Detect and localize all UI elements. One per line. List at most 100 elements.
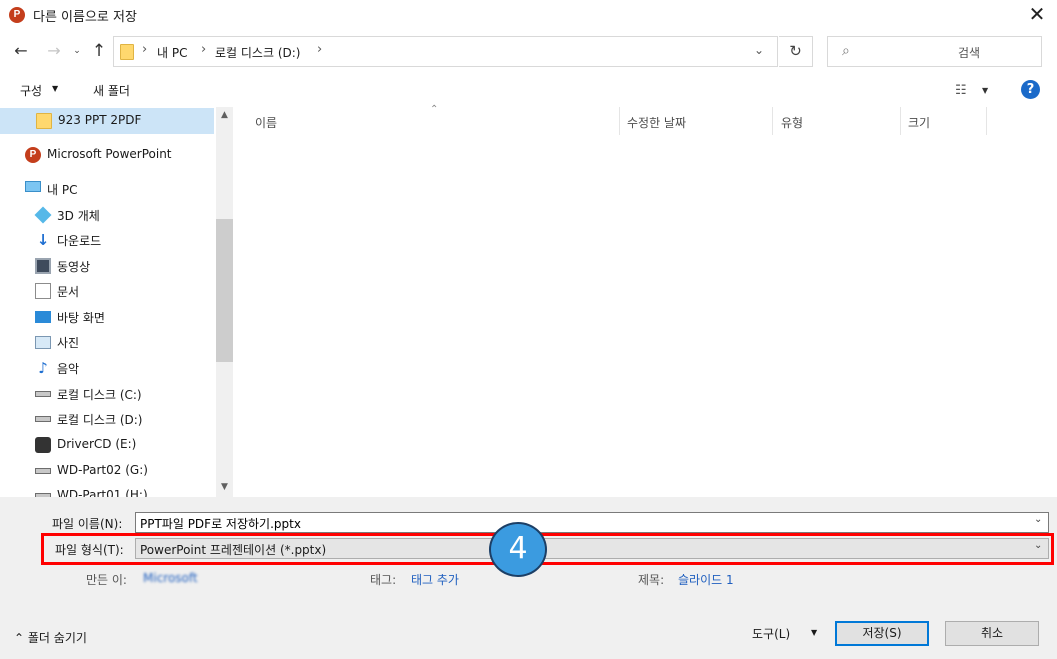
chevron-up-icon: ⌃ (14, 631, 25, 645)
filename-input[interactable]: PPT파일 PDF로 저장하기.pptx (135, 512, 1049, 533)
scrollbar-thumb[interactable] (216, 219, 233, 362)
picture-icon (35, 336, 51, 349)
sidebar-item[interactable]: P Microsoft PowerPoint (0, 143, 214, 167)
drive-icon (35, 391, 51, 397)
column-header-size[interactable]: 크기 (908, 114, 930, 131)
music-icon: ♪ (38, 359, 48, 377)
highlight-box (41, 533, 1054, 565)
sidebar-item[interactable]: WD-Part01 (H:) (0, 484, 214, 497)
sidebar-item[interactable]: 문서 (0, 279, 214, 303)
search-input[interactable]: ⌕ 검색 (827, 36, 1042, 67)
folder-icon (120, 44, 134, 60)
scroll-down-icon[interactable]: ▼ (216, 482, 233, 492)
caret-down-icon[interactable]: ▼ (982, 86, 988, 95)
sidebar-item[interactable]: 로컬 디스크 (C:) (0, 382, 214, 406)
tools-button[interactable]: 도구(L) (752, 625, 790, 642)
help-icon[interactable]: ? (1021, 80, 1040, 99)
drive-icon (35, 416, 51, 422)
filename-label: 파일 이름(N): (52, 517, 123, 531)
folder-icon (36, 113, 52, 129)
save-options-panel: 파일 이름(N): PPT파일 PDF로 저장하기.pptx ⌄ 파일 형식(T… (0, 497, 1057, 659)
sidebar-item-label: 923 PPT 2PDF (58, 113, 142, 127)
breadcrumb-separator: › (201, 42, 207, 57)
filename-dropdown-icon[interactable]: ⌄ (1034, 514, 1042, 525)
computer-icon (25, 181, 41, 192)
sidebar-item[interactable]: 3D 개체 (0, 203, 214, 227)
author-label: 만든 이: (86, 573, 127, 587)
window-title: 다른 이름으로 저장 (33, 10, 137, 25)
sidebar-item-label: 3D 개체 (57, 209, 100, 223)
sort-ascending-icon: ⌃ (430, 104, 439, 115)
column-header-name[interactable]: 이름 (255, 114, 277, 131)
close-button[interactable]: ✕ (1022, 2, 1052, 28)
sidebar-item[interactable]: 923 PPT 2PDF (0, 109, 214, 133)
address-dropdown-icon[interactable]: ⌄ (754, 43, 764, 57)
search-placeholder: 검색 (958, 46, 981, 60)
new-folder-button[interactable]: 새 폴더 (93, 82, 130, 99)
video-icon (35, 258, 51, 274)
sidebar-item-label: 바탕 화면 (57, 311, 105, 325)
sidebar-item[interactable]: 동영상 (0, 254, 214, 278)
download-icon: ↓ (36, 231, 50, 249)
refresh-button[interactable]: ↻ (779, 36, 813, 67)
author-value[interactable]: Microsoft (143, 571, 198, 585)
caret-down-icon[interactable]: ▼ (811, 628, 817, 637)
save-button[interactable]: 저장(S) (835, 621, 929, 646)
breadcrumb-drive-d[interactable]: 로컬 디스크 (D:) (215, 44, 300, 61)
title-value[interactable]: 슬라이드 1 (678, 571, 734, 588)
sidebar-item-label: Microsoft PowerPoint (47, 147, 172, 161)
command-bar: 구성 ▼ 새 폴더 ☷ ▼ ? (0, 76, 1057, 106)
tags-label: 태그: (370, 573, 397, 587)
desktop-icon (35, 311, 51, 323)
sidebar-item[interactable]: ♪ 음악 (0, 356, 214, 380)
sidebar-item-label: 내 PC (47, 183, 78, 197)
sidebar-item-label: 로컬 디스크 (C:) (57, 388, 142, 402)
breadcrumb-separator: › (142, 42, 148, 57)
sidebar-item-label: WD-Part01 (H:) (57, 488, 148, 497)
sidebar-item-label: 로컬 디스크 (D:) (57, 413, 143, 427)
scroll-up-icon[interactable]: ▲ (216, 110, 233, 120)
navigation-pane: 923 PPT 2PDF P Microsoft PowerPoint 내 PC 3D … (0, 107, 233, 497)
3d-objects-icon (34, 206, 52, 224)
address-bar[interactable]: › 내 PC › 로컬 디스크 (D:) › ⌄ (113, 36, 778, 67)
view-options-icon[interactable]: ☷ (955, 83, 967, 98)
sidebar-item[interactable]: DriverCD (E:) (0, 433, 214, 457)
column-divider (900, 107, 901, 135)
sidebar-item[interactable]: WD-Part02 (G:) (0, 459, 214, 483)
hide-folders-button[interactable]: ⌃ 폴더 숨기기 (14, 629, 87, 646)
file-list[interactable]: ⌃ 이름 수정한 날짜 유형 크기 (233, 104, 1057, 497)
back-button[interactable]: ← (11, 40, 31, 62)
up-button[interactable]: ↑ (89, 40, 109, 62)
breadcrumb-my-pc[interactable]: 내 PC (157, 44, 187, 61)
cancel-button[interactable]: 취소 (945, 621, 1039, 646)
column-divider (619, 107, 620, 135)
sidebar-item[interactable]: ↓ 다운로드 (0, 228, 214, 252)
sidebar-item-label: 동영상 (57, 260, 91, 274)
step-number-badge: 4 (489, 522, 547, 577)
organize-button[interactable]: 구성 (20, 82, 42, 99)
sidebar-item[interactable]: 내 PC (0, 177, 214, 201)
hide-folders-label: 폴더 숨기기 (27, 631, 87, 645)
forward-button[interactable]: → (44, 40, 64, 62)
sidebar-item-label: 음악 (57, 362, 80, 376)
breadcrumb-separator: › (317, 42, 323, 57)
powerpoint-icon: P (9, 7, 25, 23)
column-header-type[interactable]: 유형 (781, 114, 803, 131)
tags-value[interactable]: 태그 추가 (411, 571, 459, 588)
column-divider (772, 107, 773, 135)
document-icon (35, 283, 51, 299)
sidebar-item-label: 다운로드 (57, 234, 102, 248)
sidebar-item-label: 사진 (57, 336, 80, 350)
column-header-modified[interactable]: 수정한 날짜 (627, 114, 686, 131)
recent-locations-button[interactable]: ⌄ (71, 40, 83, 62)
column-divider (986, 107, 987, 135)
sidebar-item[interactable]: 로컬 디스크 (D:) (0, 407, 214, 431)
sidebar-item-label: 문서 (57, 285, 80, 299)
cd-drive-icon (35, 437, 51, 453)
sidebar-item[interactable]: 사진 (0, 330, 214, 354)
title-label: 제목: (638, 573, 665, 587)
title-bar: P 다른 이름으로 저장 ✕ (0, 0, 1057, 30)
powerpoint-icon: P (25, 147, 41, 163)
drive-icon (35, 468, 51, 474)
sidebar-item[interactable]: 바탕 화면 (0, 305, 214, 329)
